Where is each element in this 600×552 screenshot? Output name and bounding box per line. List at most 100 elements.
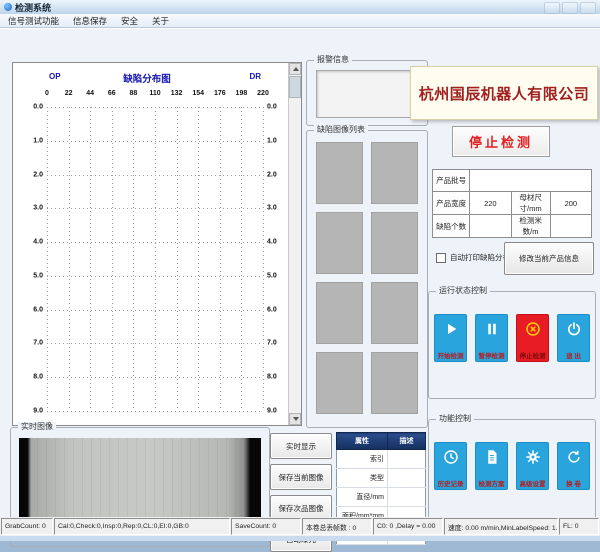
batch-value-field[interactable] bbox=[470, 170, 592, 192]
detect-status-display: 停止检测 bbox=[452, 126, 550, 157]
title-bar: 检测系统 bbox=[0, 0, 600, 14]
change-roll-button[interactable]: 换 卷 bbox=[557, 442, 590, 490]
grid-vline bbox=[47, 107, 48, 411]
defect-count-value-field bbox=[470, 215, 511, 238]
realtime-display-button[interactable]: 实时显示 bbox=[270, 433, 332, 459]
auto-print-checkbox[interactable] bbox=[436, 253, 446, 263]
status-fl: FL: 0 bbox=[559, 518, 599, 535]
attr-table-row[interactable]: 索引 bbox=[337, 450, 426, 469]
grid-hline bbox=[47, 175, 263, 176]
realtime-image-label: 实时图像 bbox=[18, 422, 56, 432]
defect-image-placeholder[interactable] bbox=[316, 142, 363, 204]
defect-image-list-label: 缺陷图像列表 bbox=[314, 125, 368, 135]
minimize-button[interactable] bbox=[544, 2, 560, 14]
defect-image-placeholder[interactable] bbox=[371, 212, 418, 274]
stop-icon bbox=[524, 320, 542, 338]
status-grab-count: GrabCount: 0 bbox=[1, 518, 53, 535]
play-icon bbox=[442, 320, 460, 338]
y-tick-label: 8.0 bbox=[267, 374, 277, 381]
function-control-group: 功能控制 历史记录 检测方案 高级设置 bbox=[428, 419, 596, 533]
y-tick-label: 7.0 bbox=[33, 340, 43, 347]
grid-hline bbox=[47, 242, 263, 243]
x-tick-label: 88 bbox=[129, 90, 137, 97]
x-tick-label: 176 bbox=[214, 90, 226, 97]
defect-count-label: 缺陷个数 bbox=[433, 215, 470, 238]
defect-distribution-chart: OP 缺陷分布图 DR 022446688110132154176198220 … bbox=[12, 62, 302, 426]
x-tick-label: 22 bbox=[65, 90, 73, 97]
pause-detect-button[interactable]: 暂停检测 bbox=[475, 314, 508, 362]
defect-image-placeholder[interactable] bbox=[371, 282, 418, 344]
x-axis-ticks: 022446688110132154176198220 bbox=[47, 90, 263, 100]
run-status-control-group: 运行状态控制 开始检测 暂停检测 停止检测 退 出 bbox=[428, 291, 596, 399]
function-control-buttons: 历史记录 检测方案 高级设置 换 卷 bbox=[429, 442, 595, 490]
chart-title: 缺陷分布图 bbox=[13, 71, 281, 85]
modify-product-button[interactable]: 修改当前产品信息 bbox=[504, 242, 594, 275]
defect-image-placeholder[interactable] bbox=[371, 352, 418, 414]
status-counters: Cal:0,Check:0,Insp:0,Rep:0,CL:0,EI:0,GB:… bbox=[54, 518, 230, 535]
attr-table-row[interactable]: 类型 bbox=[337, 469, 426, 488]
window-bottom-edge bbox=[0, 536, 600, 541]
history-records-button[interactable]: 历史记录 bbox=[434, 442, 467, 490]
y-tick-label: 0.0 bbox=[33, 104, 43, 111]
chart-scrollbar[interactable] bbox=[288, 63, 301, 425]
y-tick-label: 7.0 bbox=[267, 340, 277, 347]
advanced-settings-button[interactable]: 高级设置 bbox=[516, 442, 549, 490]
history-icon bbox=[442, 448, 460, 466]
grid-vline bbox=[220, 107, 221, 411]
grid-vline bbox=[177, 107, 178, 411]
menu-about[interactable]: 关于 bbox=[152, 15, 169, 27]
y-tick-label: 3.0 bbox=[33, 205, 43, 212]
exit-button[interactable]: 退 出 bbox=[557, 314, 590, 362]
grid-vline bbox=[263, 107, 264, 411]
y-tick-label: 4.0 bbox=[33, 239, 43, 246]
window-title: 检测系统 bbox=[15, 1, 51, 14]
defect-image-placeholder[interactable] bbox=[371, 142, 418, 204]
meters-label: 检测米数/m bbox=[511, 215, 550, 238]
run-control-buttons: 开始检测 暂停检测 停止检测 退 出 bbox=[429, 314, 595, 362]
width-value-field[interactable]: 220 bbox=[470, 192, 511, 215]
y-tick-label: 0.0 bbox=[267, 104, 277, 111]
y-tick-label: 2.0 bbox=[267, 171, 277, 178]
scrollbar-thumb[interactable] bbox=[289, 76, 301, 98]
attr-value-cell bbox=[388, 469, 426, 488]
defect-image-grid bbox=[316, 142, 418, 418]
defect-image-placeholder[interactable] bbox=[316, 352, 363, 414]
menu-signal-test[interactable]: 信号测试功能 bbox=[8, 15, 59, 27]
stop-detect-button[interactable]: 停止检测 bbox=[516, 314, 549, 362]
menu-security[interactable]: 安全 bbox=[121, 15, 138, 27]
alarm-info-label: 报警信息 bbox=[314, 55, 352, 65]
y-axis-left: 0.01.02.03.04.05.06.07.08.09.0 bbox=[17, 107, 43, 411]
product-info-table: 产品批号 产品宽度 220 母材尺寸/mm 200 缺陷个数 检测米数/m bbox=[432, 169, 592, 238]
gear-icon bbox=[524, 448, 542, 466]
scroll-up-icon[interactable] bbox=[289, 63, 301, 75]
menu-info-save[interactable]: 信息保存 bbox=[73, 15, 107, 27]
y-tick-label: 5.0 bbox=[267, 272, 277, 279]
y-tick-label: 2.0 bbox=[33, 171, 43, 178]
defect-image-placeholder[interactable] bbox=[316, 282, 363, 344]
y-tick-label: 9.0 bbox=[267, 408, 277, 415]
defect-image-placeholder[interactable] bbox=[316, 212, 363, 274]
close-button[interactable] bbox=[580, 2, 596, 14]
grid-hline bbox=[47, 208, 263, 209]
scroll-down-icon[interactable] bbox=[289, 413, 301, 425]
x-tick-label: 154 bbox=[192, 90, 204, 97]
attr-header: 属性 bbox=[337, 433, 388, 450]
pause-icon bbox=[483, 320, 501, 338]
detect-plan-button[interactable]: 检测方案 bbox=[475, 442, 508, 490]
x-tick-label: 66 bbox=[108, 90, 116, 97]
grid-hline bbox=[47, 377, 263, 378]
grid-hline bbox=[47, 107, 263, 108]
width-label: 产品宽度 bbox=[433, 192, 470, 215]
x-tick-label: 110 bbox=[149, 90, 160, 97]
status-save-count: SaveCount: 0 bbox=[231, 518, 301, 535]
start-detect-button[interactable]: 开始检测 bbox=[434, 314, 467, 362]
attr-table-row[interactable]: 直径/mm bbox=[337, 488, 426, 507]
material-size-value-field[interactable]: 200 bbox=[550, 192, 591, 215]
save-current-image-button[interactable]: 保存当前图像 bbox=[270, 464, 332, 490]
grid-vline bbox=[69, 107, 70, 411]
grid-vline bbox=[241, 107, 242, 411]
window-controls bbox=[544, 2, 596, 14]
material-size-label: 母材尺寸/mm bbox=[511, 192, 550, 215]
maximize-button[interactable] bbox=[562, 2, 578, 14]
status-dropped-frames: 本卷总丢帧数 : 0 bbox=[302, 518, 372, 535]
